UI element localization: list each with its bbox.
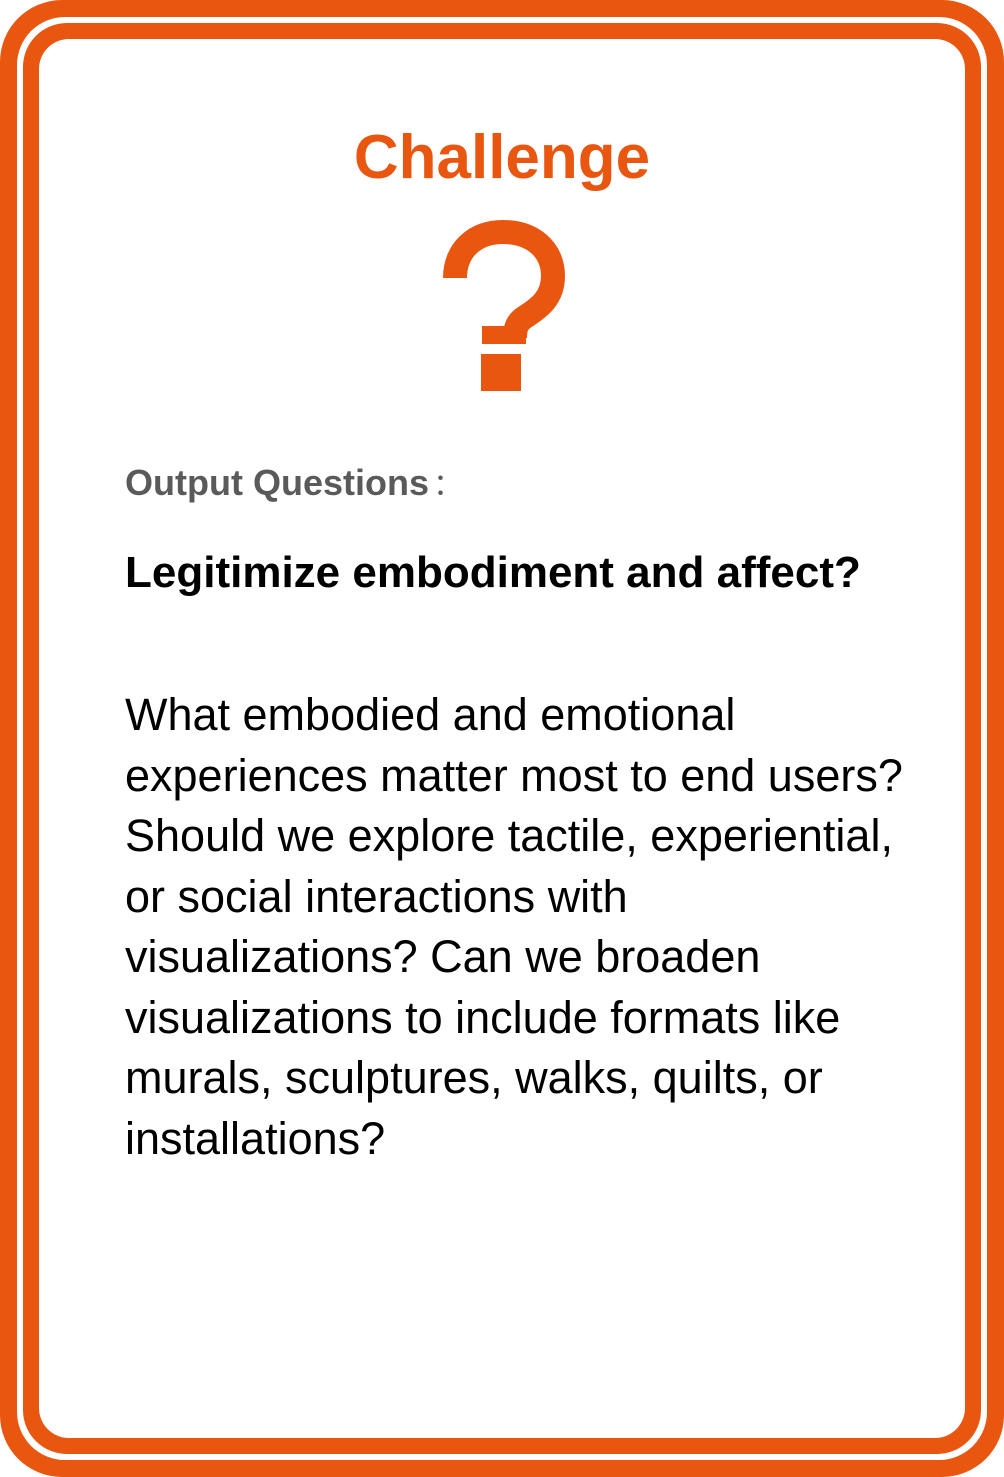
question-body: What embodied and emotional experiences … [125,689,903,1164]
label-text: Output Questions [125,462,429,503]
card-title: Challenge [353,123,651,192]
label-separator: ： [432,469,463,502]
question-mark-icon [443,220,565,391]
output-questions-label: Output Questions： [125,460,463,509]
question-heading: Legitimize embodiment and affect? [125,548,861,597]
